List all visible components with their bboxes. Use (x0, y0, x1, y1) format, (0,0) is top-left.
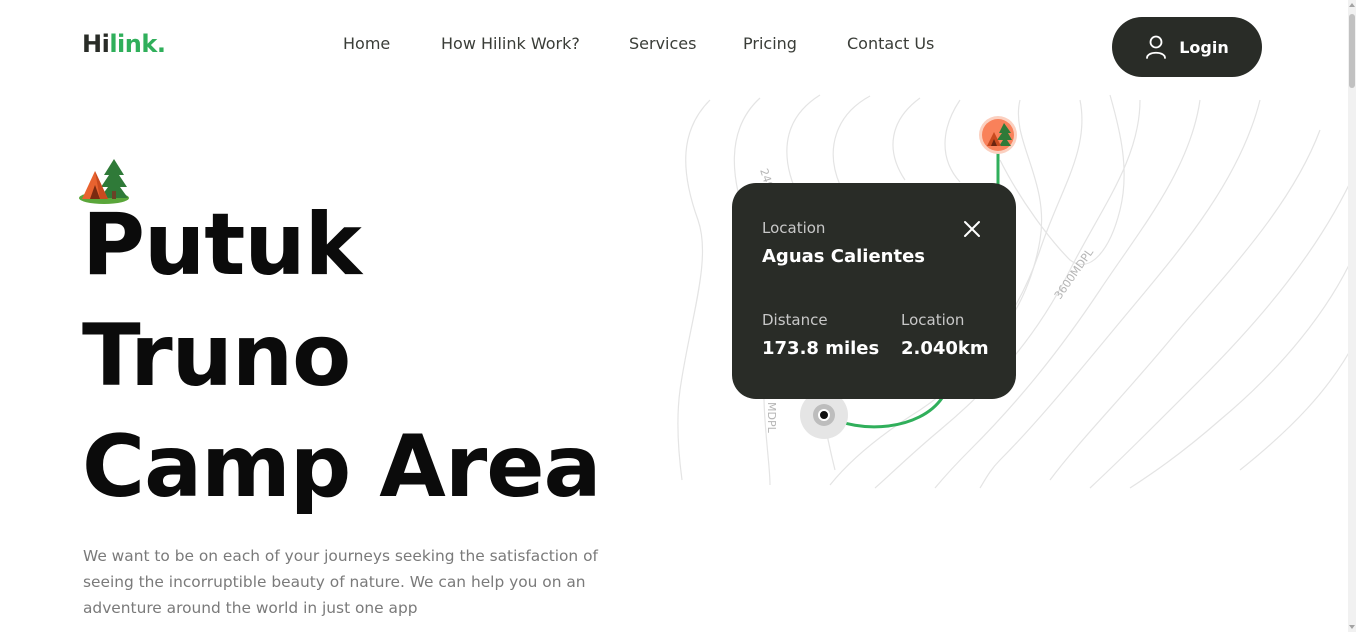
scroll-up-icon[interactable] (1349, 3, 1355, 7)
distance-label: Distance (762, 311, 828, 329)
start-point-icon[interactable] (818, 409, 830, 421)
hero-description: We want to be on each of your journeys s… (83, 547, 598, 617)
close-icon[interactable] (961, 218, 983, 240)
nav-contact-us[interactable]: Contact Us (847, 34, 934, 53)
location-name: Aguas Calientes (762, 246, 926, 267)
location-label: Location (762, 219, 826, 237)
login-button[interactable]: Login (1112, 17, 1262, 77)
logo-main: Hi (82, 30, 110, 58)
scrollbar-thumb[interactable] (1349, 14, 1355, 88)
user-icon (1146, 35, 1167, 59)
nav-pricing[interactable]: Pricing (743, 34, 797, 53)
contour-label: MDPL (765, 402, 778, 434)
login-label: Login (1179, 37, 1229, 57)
scroll-down-icon[interactable] (1349, 625, 1355, 629)
nav-home[interactable]: Home (343, 34, 390, 53)
elevation-value: 2.040km (901, 338, 989, 359)
hero-title: Putuk Truno Camp Area (82, 190, 602, 523)
logo[interactable]: Hilink. (82, 30, 166, 58)
hero-title-line: Camp Area (82, 417, 602, 517)
nav-services[interactable]: Services (629, 34, 696, 53)
distance-value: 173.8 miles (762, 338, 880, 359)
hero-title-line: Putuk (82, 195, 362, 295)
contour-label: 3600MDPL (1052, 245, 1097, 301)
elevation-label: Location (901, 311, 965, 329)
logo-accent: link. (109, 30, 166, 58)
page-scrollbar[interactable] (1348, 0, 1356, 632)
hero-title-line: Truno (82, 306, 351, 406)
destination-pin-icon[interactable] (978, 115, 1018, 155)
nav-how-hilink-work[interactable]: How Hilink Work? (441, 34, 580, 53)
location-card: Location Aguas Calientes Distance 173.8 … (732, 183, 1016, 399)
